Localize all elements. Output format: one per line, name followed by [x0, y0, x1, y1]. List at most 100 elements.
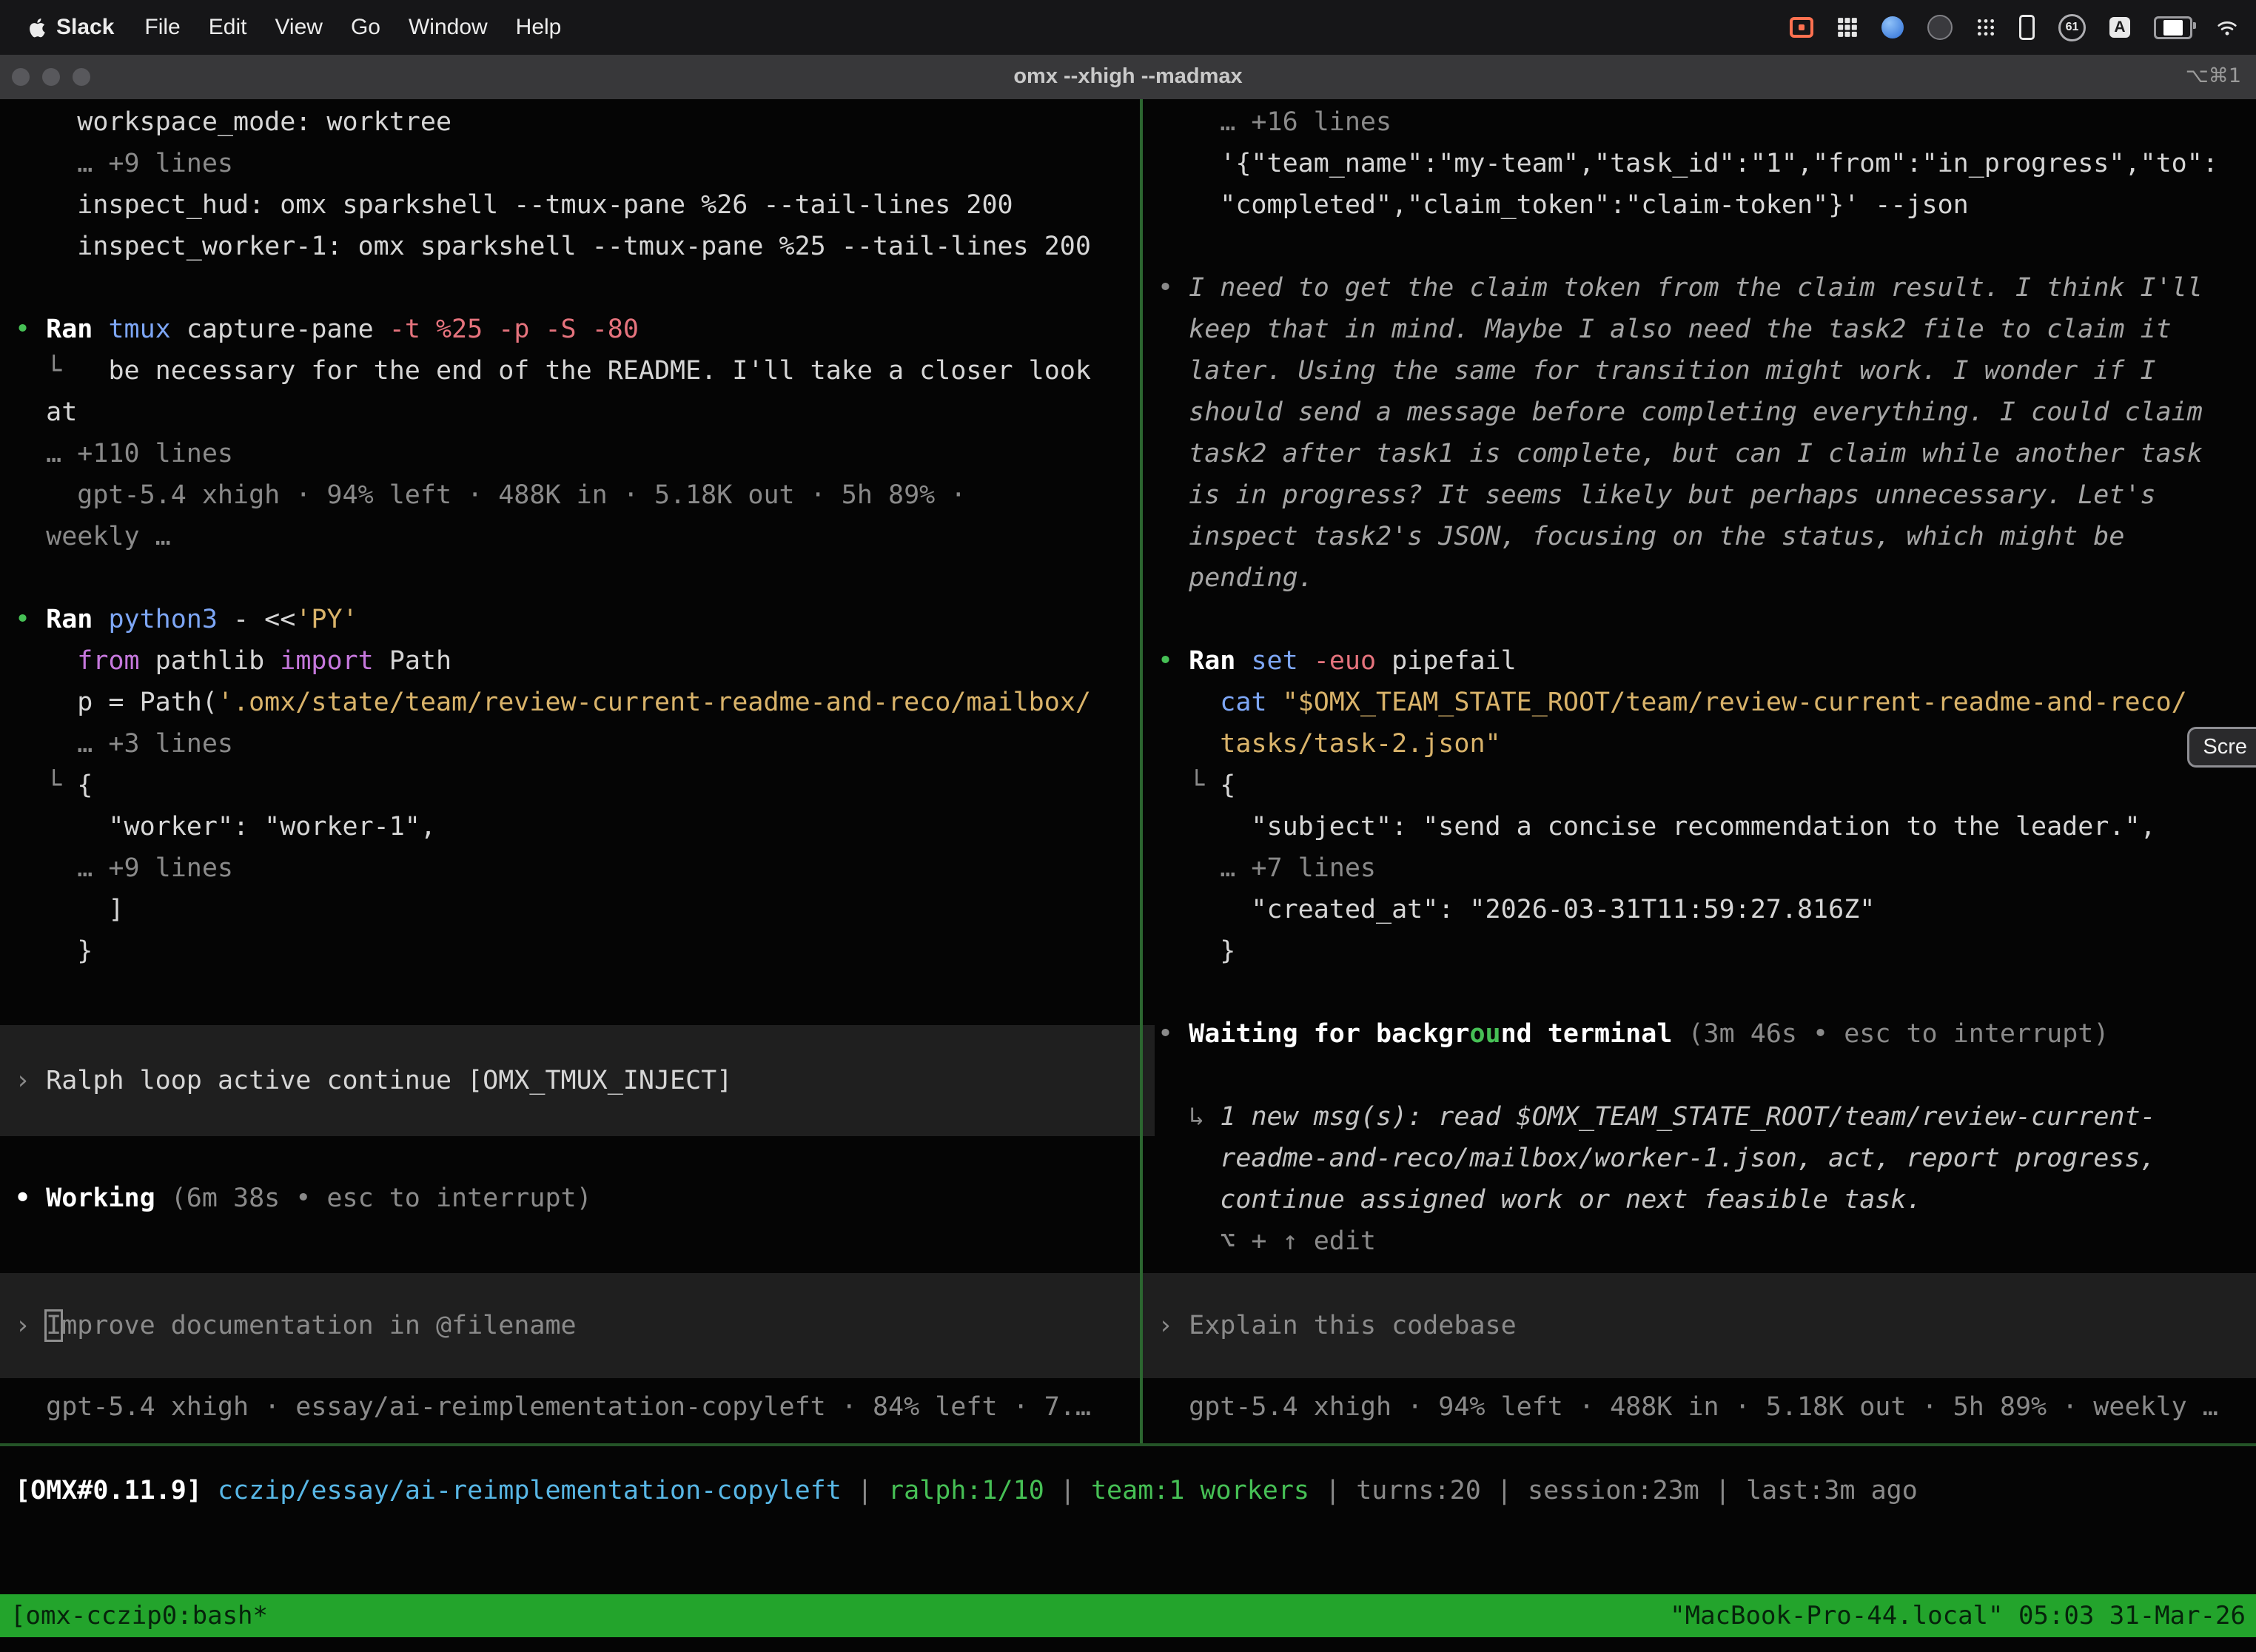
terminal-line: inspect_worker-1: omx sparkshell --tmux-…	[15, 226, 1155, 267]
terminal-blank-line	[15, 1136, 1155, 1178]
text-segment: "completed","claim_token":"claim-token"}…	[1158, 190, 1969, 220]
dots-grid-icon[interactable]	[1976, 18, 1995, 37]
text-segment: inspect_worker-1: omx sparkshell --tmux-…	[15, 232, 1091, 261]
menu-go[interactable]: Go	[337, 15, 395, 39]
terminal-line: ↳ 1 new msg(s): read $OMX_TEAM_STATE_ROO…	[1158, 1096, 2256, 1138]
ralph-loop-banner[interactable]: › Ralph loop active continue [OMX_TMUX_I…	[0, 1025, 1155, 1136]
text-segment: pathlib	[140, 646, 281, 676]
text-segment: •	[15, 315, 46, 344]
menubar: Slack FileEditViewGoWindowHelp 61 A	[0, 0, 2256, 55]
tmux-pane-divider-horizontal	[0, 1443, 2256, 1446]
menu-app-name[interactable]: Slack	[46, 15, 130, 40]
text-segment: └	[15, 770, 77, 800]
text-segment: Ran	[46, 605, 108, 634]
apple-menu-icon[interactable]	[0, 16, 46, 39]
text-segment: … +9 lines	[15, 853, 233, 883]
text-segment: ›	[1158, 1311, 1189, 1340]
terminal-line: later. Using the same for transition mig…	[1158, 350, 2256, 392]
text-segment: ralph:1/10	[888, 1476, 1044, 1505]
terminal-line: tasks/task-2.json"	[1158, 723, 2256, 765]
terminal-line: }	[1158, 930, 2256, 972]
band-text: › Explain this codebase	[1158, 1305, 1517, 1346]
text-segment: is in progress? It seems likely but perh…	[1158, 480, 2156, 510]
terminal-line: weekly …	[15, 516, 1155, 557]
text-segment: Explain this codebase	[1189, 1311, 1517, 1340]
tooltip: Scre	[2187, 727, 2256, 768]
terminal-line: at	[15, 392, 1155, 433]
text-segment: inspect task2's JSON, focusing on the st…	[1158, 522, 2124, 551]
menubar-menus: FileEditViewGoWindowHelp	[130, 15, 575, 40]
composer-input-left[interactable]: › Improve documentation in @filename	[0, 1273, 1155, 1378]
terminal-line: is in progress? It seems likely but perh…	[1158, 474, 2256, 516]
text-segment: ou	[1469, 1019, 1500, 1049]
text-segment: I need to get the claim token from the c…	[1189, 273, 2203, 303]
text-segment: p = Path(	[15, 688, 218, 717]
text-segment: python3	[108, 605, 218, 634]
text-segment: '{"team_name":"my-team","task_id":"1","f…	[1158, 149, 2218, 178]
terminal-line: • Ran python3 - <<'PY'	[15, 599, 1155, 640]
tmux-pane-divider-vertical[interactable]	[1140, 99, 1143, 1443]
tmux-session-window-label: [omx-cczip0:bash*	[10, 1601, 268, 1631]
text-segment: pending.	[1158, 563, 1314, 593]
terminal-blank-line	[1158, 972, 2256, 1013]
text-segment: -t %25 -p -S -80	[389, 315, 639, 344]
tmux-status-bar: [omx-cczip0:bash* "MacBook-Pro-44.local"…	[0, 1594, 2256, 1637]
input-source-icon[interactable]: A	[2109, 17, 2130, 38]
terminal-line: workspace_mode: worktree	[15, 101, 1155, 143]
terminal-line: ⌥ + ↑ edit	[1158, 1220, 2256, 1262]
battery-percent-circle-icon[interactable]: 61	[2058, 14, 2086, 41]
terminal-line: └ {	[1158, 765, 2256, 806]
battery-icon[interactable]	[2154, 16, 2192, 39]
spacer	[15, 1378, 1155, 1386]
terminal: workspace_mode: worktree … +9 lines insp…	[0, 99, 2256, 1652]
terminal-line: gpt-5.4 xhigh · 94% left · 488K in · 5.1…	[1158, 1386, 2256, 1428]
menu-window[interactable]: Window	[395, 15, 502, 39]
tmux-pane-left[interactable]: workspace_mode: worktree … +9 lines insp…	[0, 99, 1155, 1446]
text-segment: be necessary for the end of the README. …	[108, 356, 1091, 386]
terminal-line: '{"team_name":"my-team","task_id":"1","f…	[1158, 143, 2256, 184]
composer-input-right[interactable]: › Explain this codebase	[1143, 1273, 2256, 1378]
band-text: › Improve documentation in @filename	[15, 1305, 577, 1346]
text-segment: [OMX#0.11.9]	[15, 1476, 202, 1505]
text-segment: later. Using the same for transition mig…	[1158, 356, 2156, 386]
text-segment: set	[1251, 646, 1297, 676]
text-segment: |	[842, 1476, 888, 1505]
text-segment: capture-pane	[171, 315, 389, 344]
terminal-line: … +110 lines	[15, 433, 1155, 474]
text-segment: "$OMX_TEAM_STATE_ROOT/team/review-curren…	[1283, 688, 2187, 717]
menu-view[interactable]: View	[261, 15, 336, 39]
text-segment: (6m 38s • esc to interrupt)	[171, 1183, 592, 1213]
menu-help[interactable]: Help	[502, 15, 576, 39]
screen-recording-indicator-icon[interactable]	[1790, 17, 1813, 38]
blue-app-icon[interactable]	[1881, 16, 1904, 38]
omx-status-text: [OMX#0.11.9] cczip/essay/ai-reimplementa…	[15, 1470, 1918, 1511]
terminal-line: continue assigned work or next feasible …	[1158, 1179, 2256, 1220]
dark-app-icon[interactable]	[1927, 15, 1953, 40]
menu-edit[interactable]: Edit	[195, 15, 261, 39]
terminal-line: … +16 lines	[1158, 101, 2256, 143]
terminal-line: }	[15, 930, 1155, 972]
text-segment: team:1 workers	[1091, 1476, 1309, 1505]
terminal-line: cat "$OMX_TEAM_STATE_ROOT/team/review-cu…	[1158, 682, 2256, 723]
text-segment: 1 new msg(s): read $OMX_TEAM_STATE_ROOT/…	[1220, 1102, 2155, 1132]
phone-mirroring-icon[interactable]	[2019, 15, 2035, 40]
terminal-line: "worker": "worker-1",	[15, 806, 1155, 847]
text-segment: keep that in mind. Maybe I also need the…	[1158, 315, 2172, 344]
text-segment: }	[1158, 936, 1235, 966]
text-segment: - <<	[218, 605, 295, 634]
text-segment: └	[15, 356, 108, 386]
text-segment	[1158, 729, 1220, 759]
tmux-pane-right[interactable]: … +16 lines '{"team_name":"my-team","tas…	[1143, 99, 2256, 1446]
text-segment: turns:20	[1356, 1476, 1481, 1505]
tmux-host-clock-label: "MacBook-Pro-44.local" 05:03 31-Mar-26	[1670, 1601, 2246, 1631]
text-segment: "created_at": "2026-03-31T11:59:27.816Z"	[1158, 895, 1875, 924]
window-grid-icon[interactable]	[1837, 17, 1858, 38]
menu-file[interactable]: File	[130, 15, 194, 39]
text-segment: ›	[15, 1066, 46, 1095]
text-segment: "subject": "send a concise recommendatio…	[1158, 812, 2156, 842]
terminal-line: "completed","claim_token":"claim-token"}…	[1158, 184, 2256, 226]
text-segment: task2 after task1 is complete, but can I…	[1158, 439, 2203, 469]
text-segment: gpt-5.4 xhigh · essay/ai-reimplementatio…	[15, 1392, 1091, 1422]
terminal-blank-line	[15, 972, 1155, 1013]
wifi-icon[interactable]	[2216, 18, 2238, 37]
